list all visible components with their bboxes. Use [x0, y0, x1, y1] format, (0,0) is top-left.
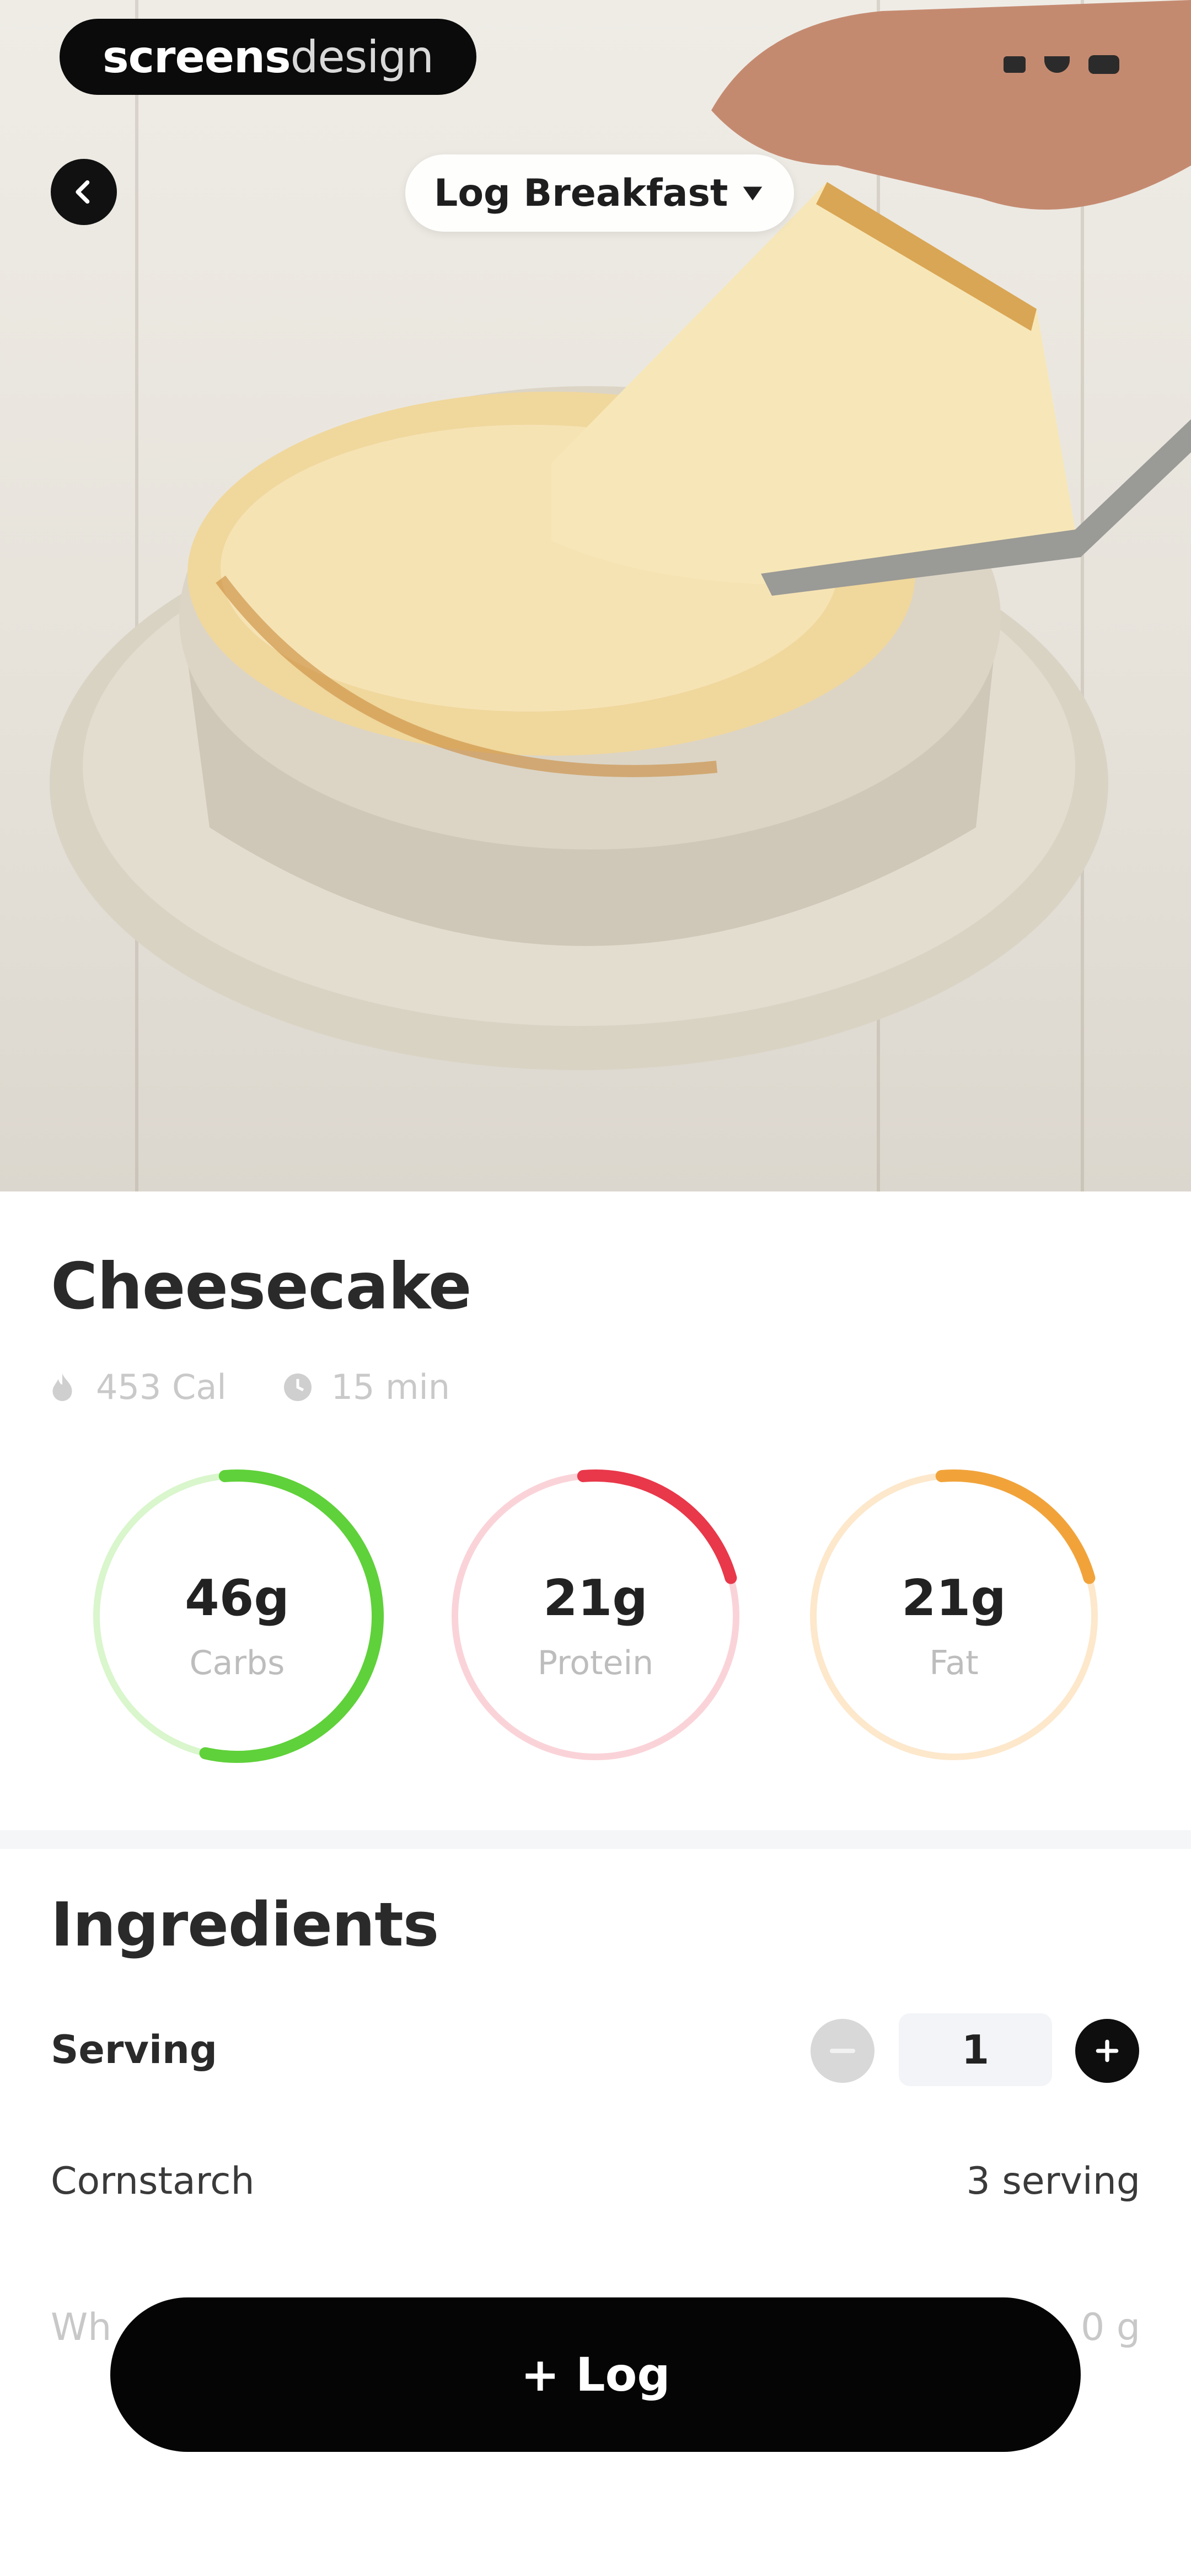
decrease-serving-button[interactable] — [811, 2019, 875, 2083]
plus-icon — [1096, 2039, 1119, 2062]
food-meta: 453 Cal 15 min — [44, 1367, 450, 1407]
battery-icon — [1088, 55, 1119, 74]
caret-down-icon — [743, 186, 763, 201]
fat-label: Fat — [929, 1644, 979, 1682]
fat-value: 21g — [902, 1569, 1006, 1627]
serving-quantity[interactable]: 1 — [899, 2013, 1052, 2086]
back-button[interactable] — [51, 159, 117, 225]
fat-ring: 21g Fat — [800, 1462, 1108, 1771]
ingredient-amount: 3 serving — [966, 2160, 1141, 2203]
brand-text-primary: screens — [103, 31, 291, 83]
carbs-label: Carbs — [189, 1644, 285, 1682]
serving-label: Serving — [51, 2027, 217, 2072]
brand-text-secondary: design — [290, 31, 434, 83]
carbs-ring: 46g Carbs — [83, 1462, 391, 1771]
brand-badge: screens design — [60, 19, 476, 95]
ingredients-title: Ingredients — [51, 1889, 439, 1960]
increase-serving-button[interactable] — [1075, 2019, 1139, 2083]
meal-selector-label: Log Breakfast — [434, 171, 728, 215]
status-bar-icons — [1004, 55, 1119, 74]
clock-icon — [280, 1369, 316, 1405]
wifi-icon — [1044, 56, 1070, 73]
ingredient-name: Cornstarch — [51, 2160, 255, 2203]
food-title: Cheesecake — [51, 1249, 472, 1324]
protein-value: 21g — [543, 1569, 648, 1627]
meal-selector[interactable]: Log Breakfast — [405, 154, 795, 232]
time-text: 15 min — [331, 1367, 450, 1407]
flame-icon — [44, 1369, 81, 1405]
minus-icon — [830, 2049, 855, 2053]
carbs-value: 46g — [185, 1569, 289, 1627]
ingredient-name: Wh — [51, 2306, 112, 2349]
protein-ring: 21g Protein — [441, 1462, 750, 1771]
protein-label: Protein — [537, 1644, 654, 1682]
chevron-left-icon — [76, 180, 90, 204]
ingredient-amount: 0 g — [1080, 2306, 1140, 2349]
log-button[interactable]: + Log — [110, 2297, 1081, 2452]
signal-icon — [1004, 56, 1026, 73]
calories-text: 453 Cal — [96, 1367, 227, 1407]
section-divider — [0, 1830, 1191, 1849]
